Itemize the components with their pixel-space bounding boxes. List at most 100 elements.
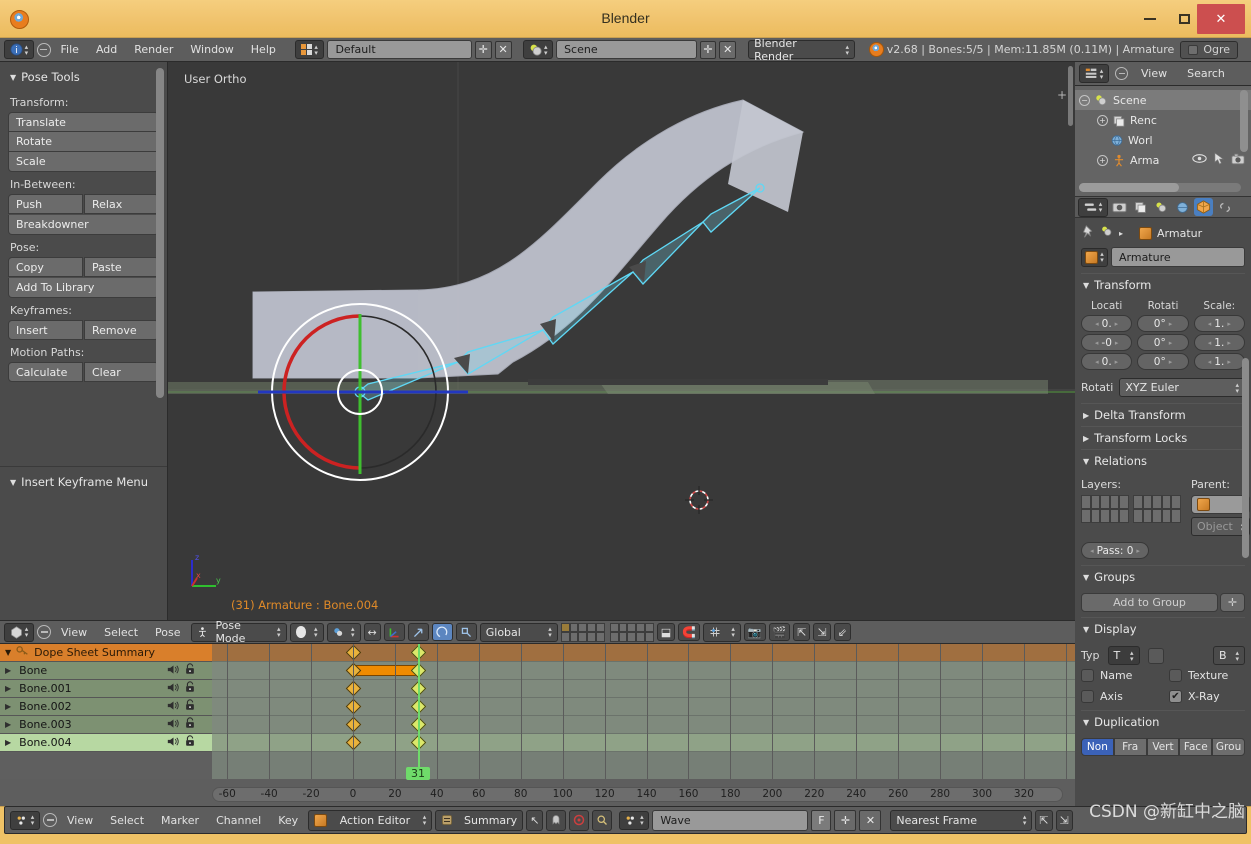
menu-render[interactable]: Render: [127, 41, 180, 58]
location-y-field[interactable]: ◂ -0 ▸: [1081, 334, 1133, 351]
ogre-checkbox[interactable]: Ogre: [1180, 40, 1239, 59]
rotation-mode-select[interactable]: XYZ Euler ▴ ▾: [1119, 378, 1245, 397]
scene-icon[interactable]: [1100, 225, 1114, 241]
add-to-group-button[interactable]: Add to Group: [1081, 593, 1218, 612]
display-name-toggle[interactable]: Name: [1081, 669, 1157, 682]
location-x-field[interactable]: ◂ 0. ▸: [1081, 315, 1133, 332]
render-opengl-anim-icon[interactable]: 🎬: [768, 623, 791, 641]
insert-keyframe-button[interactable]: Insert: [8, 320, 83, 340]
copy-pose-icon[interactable]: ⇱: [793, 623, 811, 641]
triangle-right-icon[interactable]: ▶: [5, 738, 11, 747]
dup-option-frames[interactable]: Fra: [1113, 738, 1147, 756]
outliner-menu-search[interactable]: Search: [1180, 65, 1232, 82]
remove-keyframe-button[interactable]: Remove: [84, 320, 159, 340]
proportional-edit-icon[interactable]: ⬓: [656, 623, 676, 641]
lock-icon[interactable]: [184, 663, 196, 678]
channel-row[interactable]: ▶ Bone.002: [0, 698, 212, 716]
current-frame-badge[interactable]: 31: [406, 767, 430, 780]
display-bounds-select[interactable]: B ▴ ▾: [1213, 646, 1245, 665]
channel-row[interactable]: ▶ Bone.001: [0, 680, 212, 698]
render-engine-select[interactable]: Blender Render ▴ ▾: [748, 37, 855, 63]
viewport-plus-icon[interactable]: +: [1057, 88, 1067, 102]
scale-button[interactable]: Scale: [8, 152, 159, 172]
translate-manipulator-icon[interactable]: [383, 623, 405, 641]
action-menu-marker[interactable]: Marker: [154, 812, 206, 829]
snap-magnet-icon[interactable]: 🧲: [678, 623, 700, 641]
display-type-select[interactable]: T ▴ ▾: [1107, 646, 1140, 665]
scale-x-field[interactable]: ◂ 1. ▸: [1193, 315, 1245, 332]
keyframe-row[interactable]: [212, 680, 1075, 698]
rotation-y-field[interactable]: 0° ▸: [1137, 334, 1189, 351]
editor-type-outliner-icon[interactable]: ▴ ▾: [1079, 64, 1109, 83]
translate-button[interactable]: Translate: [8, 112, 159, 132]
renderability-camera-icon[interactable]: [1231, 153, 1245, 168]
add-screen-layout-button[interactable]: ✛: [474, 40, 492, 59]
dup-option-verts[interactable]: Vert: [1146, 738, 1180, 756]
scale-z-field[interactable]: ◂ 1. ▸: [1193, 353, 1245, 370]
display-axis-toggle[interactable]: Axis: [1081, 690, 1157, 703]
dup-option-group[interactable]: Grou: [1212, 738, 1245, 756]
window-minimize-button[interactable]: [1131, 4, 1169, 34]
scene-browse-icon[interactable]: ▴ ▾: [523, 40, 554, 59]
ghost-only-selected-icon[interactable]: [546, 809, 567, 831]
dup-option-faces[interactable]: Face: [1179, 738, 1213, 756]
dope-menu-select[interactable]: Select: [97, 624, 145, 641]
object-browse-icon[interactable]: ▴ ▾: [1081, 247, 1108, 267]
only-errors-icon[interactable]: [569, 809, 590, 831]
lock-icon[interactable]: [184, 681, 196, 696]
duplication-options[interactable]: Non Fra Vert Face Grou: [1081, 738, 1245, 756]
tool-panel-scrollbar[interactable]: [156, 68, 164, 398]
outliner-item-world[interactable]: Worl: [1075, 130, 1251, 150]
display-wire-checkbox[interactable]: [1147, 647, 1164, 664]
location-z-field[interactable]: ◂ 0. ▸: [1081, 353, 1133, 370]
transform-locks-panel-header[interactable]: ▶ Transform Locks: [1081, 426, 1245, 449]
tab-object[interactable]: [1194, 198, 1213, 216]
summary-filter-toggle[interactable]: Summary: [435, 809, 524, 831]
pin-icon[interactable]: [1081, 224, 1095, 242]
menu-window[interactable]: Window: [183, 41, 240, 58]
rotate-mode-icon[interactable]: [431, 623, 453, 641]
visibility-eye-icon[interactable]: [1192, 153, 1207, 167]
editor-mode-select[interactable]: Action Editor ▴ ▾: [308, 809, 433, 831]
layer-grid-secondary[interactable]: [1133, 495, 1181, 523]
outliner-item-render[interactable]: + Renc: [1075, 110, 1251, 130]
properties-vertical-scrollbar[interactable]: [1242, 358, 1249, 558]
action-browse-icon[interactable]: ▴ ▾: [619, 810, 650, 830]
editor-type-3dview-icon[interactable]: ▴ ▾: [4, 622, 34, 642]
search-icon[interactable]: [592, 809, 613, 831]
pass-index-field[interactable]: ◂ Pass: 0 ▸: [1081, 542, 1149, 559]
breakdowner-button[interactable]: Breakdowner: [8, 215, 159, 235]
outliner-item-scene[interactable]: − Scene: [1075, 90, 1251, 110]
display-panel-header[interactable]: ▼ Display: [1081, 617, 1245, 640]
window-close-button[interactable]: ✕: [1197, 4, 1245, 34]
pivot-point-select[interactable]: ▴ ▾: [326, 622, 361, 642]
editor-type-info-icon[interactable]: i ▴ ▾: [4, 40, 34, 59]
scale-y-field[interactable]: ◂ 1. ▸: [1193, 334, 1245, 351]
screen-layout-browse-icon[interactable]: ▴ ▾: [294, 40, 325, 59]
delete-scene-button[interactable]: ✕: [719, 40, 737, 59]
tab-render[interactable]: [1110, 198, 1129, 216]
transform-orientation-select[interactable]: Global ▴ ▾: [479, 622, 558, 642]
copy-pose-button[interactable]: Copy: [8, 257, 83, 277]
selectability-cursor-icon[interactable]: [1214, 152, 1225, 168]
dope-menu-view[interactable]: View: [54, 624, 94, 641]
display-xray-toggle[interactable]: ✔ X-Ray: [1169, 690, 1245, 703]
clear-paths-button[interactable]: Clear: [84, 362, 159, 382]
mute-speaker-icon[interactable]: [167, 700, 180, 714]
properties-editor[interactable]: ▸ Armatur ▴ ▾ Armature ▼ Transform Locati…: [1075, 218, 1251, 806]
push-button[interactable]: Push: [8, 194, 83, 214]
tab-constraints[interactable]: [1215, 198, 1234, 216]
menu-add[interactable]: Add: [89, 41, 124, 58]
action-menu-select[interactable]: Select: [103, 812, 151, 829]
delta-transform-panel-header[interactable]: ▶ Delta Transform: [1081, 403, 1245, 426]
outliner-item-armature[interactable]: + Arma: [1075, 150, 1251, 170]
action-name-field[interactable]: Wave: [652, 809, 809, 831]
manipulator-toggle-button[interactable]: ↔: [363, 623, 381, 641]
collapse-menu-icon[interactable]: [43, 813, 57, 827]
paste-pose-button[interactable]: Paste: [84, 257, 159, 277]
menu-file[interactable]: File: [54, 41, 86, 58]
transform-panel-header[interactable]: ▼ Transform: [1081, 273, 1245, 296]
calculate-paths-button[interactable]: Calculate: [8, 362, 83, 382]
pose-tools-panel-header[interactable]: ▼ Pose Tools: [8, 68, 159, 90]
triangle-right-icon[interactable]: ▶: [5, 684, 11, 693]
